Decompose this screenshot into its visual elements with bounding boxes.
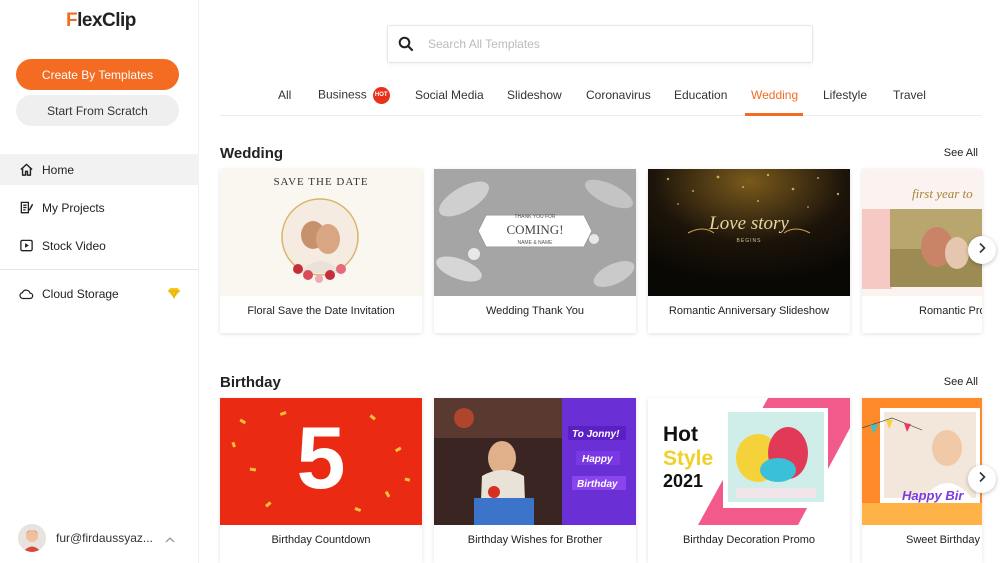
- template-thumbnail: Love story BEGINS: [648, 169, 850, 296]
- template-card[interactable]: Love story BEGINS Romantic Anniversary S…: [648, 169, 850, 333]
- template-card-title: Sweet Birthday M: [906, 534, 982, 546]
- chevron-right-icon: [978, 470, 986, 488]
- search-bar: [387, 25, 813, 63]
- premium-diamond-icon: [167, 287, 181, 300]
- thumbnail-small-text: THANK YOU FOR: [514, 214, 556, 220]
- avatar: [18, 524, 46, 552]
- projects-icon: [18, 200, 34, 216]
- sidebar-item-stock-video[interactable]: Stock Video: [0, 230, 199, 261]
- thumbnail-small-text: NAME & NAME: [517, 240, 553, 246]
- thumbnail-text: Birthday: [577, 479, 618, 490]
- template-thumbnail: Happy Bir: [862, 398, 982, 525]
- template-card-title: Romantic Pro: [919, 305, 982, 317]
- user-account[interactable]: fur@firdaussyaz...: [0, 513, 199, 563]
- template-card-title: Birthday Decoration Promo: [682, 534, 816, 546]
- app: FlexClip Create By Templates Start From …: [0, 0, 1007, 563]
- chevron-up-icon[interactable]: [165, 532, 175, 546]
- home-icon: [18, 162, 34, 178]
- thumbnail-text: COMING!: [506, 222, 564, 237]
- search-icon[interactable]: [398, 36, 414, 52]
- see-all-wedding-link[interactable]: See All: [944, 147, 978, 159]
- tab-all[interactable]: All: [278, 88, 291, 102]
- thumbnail-small-text: BEGINS: [736, 238, 762, 244]
- thumbnail-text: Happy Bir: [902, 488, 964, 503]
- sidebar: FlexClip Create By Templates Start From …: [0, 0, 199, 563]
- chevron-right-icon: [978, 241, 986, 259]
- tab-coronavirus[interactable]: Coronavirus: [586, 88, 651, 102]
- template-card[interactable]: Happy Bir Sweet Birthday M: [862, 398, 982, 563]
- template-card[interactable]: Hot Style 2021 Birthday Decoration Promo: [648, 398, 850, 563]
- logo[interactable]: FlexClip: [66, 10, 136, 32]
- template-card[interactable]: SAVE THE DATE Floral Save the Date Invit…: [220, 169, 422, 333]
- template-thumbnail: first year to: [862, 169, 982, 296]
- create-by-templates-button[interactable]: Create By Templates: [16, 59, 179, 90]
- hot-badge: HOT: [372, 87, 390, 104]
- thumbnail-text: 2021: [663, 471, 704, 491]
- sidebar-divider: [0, 269, 199, 270]
- template-card-title: Romantic Anniversary Slideshow: [668, 305, 830, 317]
- next-birthday-arrow[interactable]: [968, 465, 996, 493]
- template-thumbnail: SAVE THE DATE: [220, 169, 422, 296]
- template-card[interactable]: To Jonny! Happy Birthday Birthday Wishes…: [434, 398, 636, 563]
- thumbnail-text: Style: [663, 447, 714, 470]
- tab-business[interactable]: Business HOT: [318, 87, 390, 104]
- sidebar-item-label: My Projects: [42, 200, 105, 215]
- tab-travel[interactable]: Travel: [893, 88, 926, 102]
- template-card[interactable]: first year to Romantic Pro: [862, 169, 982, 333]
- thumbnail-text: SAVE THE DATE: [273, 176, 369, 188]
- tab-lifestyle[interactable]: Lifestyle: [823, 88, 867, 102]
- tab-education[interactable]: Education: [674, 88, 727, 102]
- next-wedding-arrow[interactable]: [968, 236, 996, 264]
- section-title-wedding: Wedding: [220, 145, 284, 162]
- template-thumbnail: To Jonny! Happy Birthday: [434, 398, 636, 525]
- cloud-icon: [18, 286, 34, 302]
- active-tab-indicator: [745, 113, 803, 116]
- template-card-title: Floral Save the Date Invitation: [247, 305, 395, 317]
- thumbnail-text: 5: [296, 408, 346, 507]
- search-input[interactable]: [428, 37, 788, 51]
- section-title-birthday: Birthday: [220, 374, 281, 391]
- sidebar-item-my-projects[interactable]: My Projects: [0, 192, 199, 223]
- sidebar-item-home[interactable]: Home: [0, 154, 199, 185]
- template-card-title: Birthday Countdown: [271, 534, 371, 546]
- thumbnail-text: Love story: [709, 213, 789, 234]
- video-icon: [18, 238, 34, 254]
- template-card[interactable]: THANK YOU FOR COMING! NAME & NAME Weddin…: [434, 169, 636, 333]
- tab-wedding[interactable]: Wedding: [751, 88, 798, 102]
- tab-social-media[interactable]: Social Media: [415, 88, 484, 102]
- tab-slideshow[interactable]: Slideshow: [507, 88, 562, 102]
- template-thumbnail: THANK YOU FOR COMING! NAME & NAME: [434, 169, 636, 296]
- sidebar-item-label: Cloud Storage: [42, 286, 119, 301]
- template-thumbnail: Hot Style 2021: [648, 398, 850, 525]
- sidebar-item-label: Home: [42, 162, 75, 177]
- template-card-title: Birthday Wishes for Brother: [467, 534, 603, 546]
- thumbnail-text: first year to: [912, 186, 973, 201]
- see-all-birthday-link[interactable]: See All: [944, 376, 978, 388]
- thumbnail-text: Happy: [582, 454, 613, 465]
- thumbnail-text: To Jonny!: [572, 429, 620, 440]
- sidebar-item-label: Stock Video: [42, 238, 106, 253]
- start-from-scratch-button[interactable]: Start From Scratch: [16, 95, 179, 126]
- sidebar-item-cloud-storage[interactable]: Cloud Storage: [0, 278, 199, 309]
- template-card-title: Wedding Thank You: [485, 305, 585, 317]
- template-card[interactable]: 5 Birthday Countdown: [220, 398, 422, 563]
- user-email: fur@firdaussyaz...: [56, 531, 153, 545]
- thumbnail-text: Hot: [663, 423, 698, 446]
- category-tabs: All Business HOT Social Media Slideshow C…: [220, 80, 982, 116]
- template-thumbnail: 5: [220, 398, 422, 525]
